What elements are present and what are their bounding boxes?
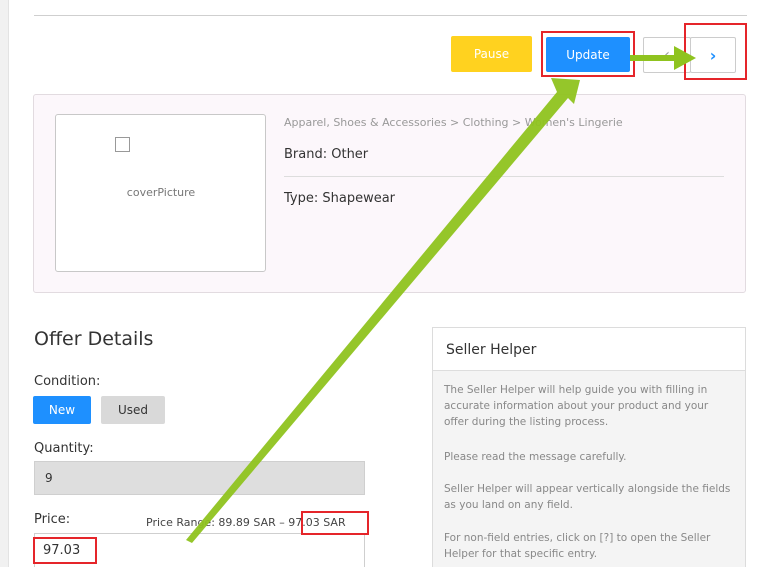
- price-range-max: 97.03 SAR: [288, 516, 346, 529]
- top-divider: [34, 15, 747, 16]
- quantity-field[interactable]: 9: [34, 461, 365, 495]
- seller-helper-help-note: For non-field entries, click on [?] to o…: [444, 532, 711, 560]
- seller-helper-title: Seller Helper: [446, 342, 537, 358]
- condition-used-button[interactable]: Used: [101, 396, 165, 424]
- brand-text: Brand: Other: [284, 147, 369, 162]
- seller-helper-intro: The Seller Helper will help guide you wi…: [444, 384, 709, 428]
- price-field[interactable]: 97.03: [34, 533, 365, 567]
- chevron-left-icon: ‹: [664, 47, 670, 63]
- category-breadcrumb: Apparel, Shoes & Accessories > Clothing …: [284, 116, 623, 129]
- chevron-right-icon: ›: [709, 45, 717, 65]
- seller-helper-position-note: Seller Helper will appear vertically alo…: [444, 483, 731, 511]
- cover-picture-label: coverPicture: [126, 186, 196, 199]
- price-range-prefix: Price Range: 89.89 SAR –: [146, 516, 285, 529]
- next-button[interactable]: ›: [690, 37, 736, 73]
- quantity-label: Quantity:: [34, 441, 94, 456]
- condition-label: Condition:: [34, 374, 101, 389]
- previous-button[interactable]: ‹: [643, 37, 691, 73]
- update-button[interactable]: Update: [546, 37, 630, 72]
- offer-details-heading: Offer Details: [34, 328, 154, 350]
- left-rail: [0, 0, 9, 567]
- price-label: Price:: [34, 512, 71, 527]
- price-range-text: Price Range: 89.89 SAR – 97.03 SAR: [146, 516, 346, 529]
- seller-helper-read-note: Please read the message carefully.: [444, 451, 627, 463]
- pause-button[interactable]: Pause: [451, 36, 532, 72]
- type-text: Type: Shapewear: [284, 191, 396, 206]
- condition-new-button[interactable]: New: [33, 396, 91, 424]
- checkbox-icon[interactable]: [115, 137, 130, 152]
- card-divider: [284, 176, 724, 177]
